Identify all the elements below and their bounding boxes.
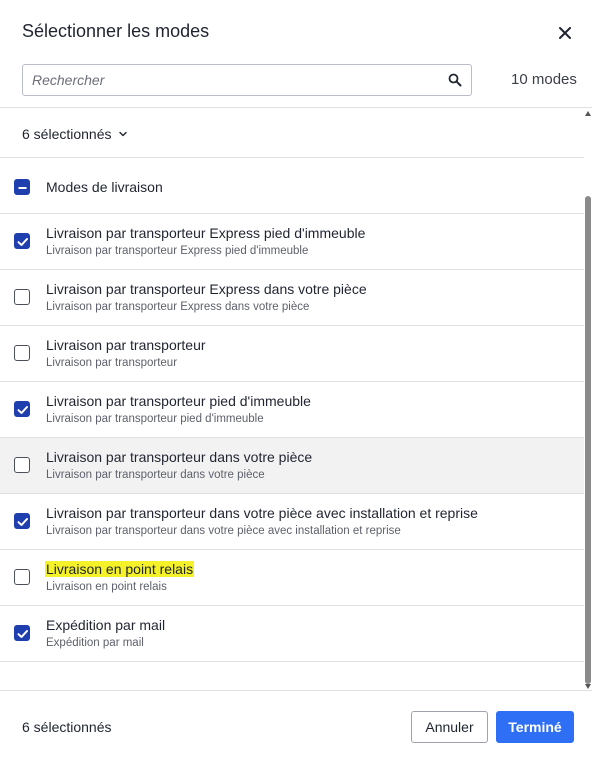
mode-checkbox[interactable] xyxy=(14,345,30,361)
mode-subtitle: Livraison par transporteur xyxy=(46,357,178,369)
selected-summary-toggle[interactable]: 6 sélectionnés xyxy=(22,124,128,144)
mode-title: Livraison par transporteur Express dans … xyxy=(46,281,367,297)
mode-subtitle: Livraison par transporteur pied d'immeub… xyxy=(46,413,264,425)
chevron-down-icon xyxy=(118,131,127,137)
mode-checkbox[interactable] xyxy=(14,625,30,641)
mode-checkbox[interactable] xyxy=(14,233,30,249)
mode-checkbox[interactable] xyxy=(14,513,30,529)
mode-checkbox[interactable] xyxy=(14,401,30,417)
checkmark-icon xyxy=(17,630,28,638)
checkmark-icon xyxy=(17,238,28,246)
mode-title: Livraison en point relais xyxy=(45,561,195,577)
search-input[interactable] xyxy=(23,65,443,95)
mode-title: Expédition par mail xyxy=(46,617,166,633)
group-header[interactable]: Modes de livraison xyxy=(0,158,584,214)
close-icon xyxy=(559,27,571,39)
mode-subtitle: Livraison en point relais xyxy=(46,581,167,593)
mode-row[interactable]: Livraison par transporteur dans votre pi… xyxy=(0,494,584,550)
search-icon[interactable] xyxy=(447,72,463,88)
mode-row[interactable]: Livraison en point relais Livraison en po… xyxy=(0,550,584,606)
close-button[interactable] xyxy=(552,20,578,46)
dialog-header: Sélectionner les modes 10 modes xyxy=(0,0,592,108)
mode-row[interactable]: Livraison par transporteur pied d'immeub… xyxy=(0,382,584,438)
modes-count: 10 modes xyxy=(511,71,577,88)
mode-checkbox[interactable] xyxy=(14,289,30,305)
mode-checkbox[interactable] xyxy=(14,457,30,473)
dialog-title: Sélectionner les modes xyxy=(22,21,210,41)
group-checkbox[interactable] xyxy=(14,179,30,195)
mode-row[interactable]: Livraison par transporteur Express dans … xyxy=(0,270,584,326)
search-box xyxy=(22,64,472,96)
checkmark-icon xyxy=(17,406,28,414)
mode-title: Livraison par transporteur dans votre pi… xyxy=(46,449,313,465)
scroll-down-arrow-icon[interactable] xyxy=(585,684,591,689)
mode-subtitle: Livraison par transporteur Express dans … xyxy=(46,301,310,313)
mode-subtitle: Livraison par transporteur Express pied … xyxy=(46,245,309,257)
mode-title: Livraison par transporteur xyxy=(46,337,206,353)
mode-row[interactable]: Expédition par mail Expédition par mail xyxy=(0,606,584,662)
divider xyxy=(0,107,592,108)
divider xyxy=(0,690,592,691)
done-button[interactable]: Terminé xyxy=(496,711,574,743)
mode-subtitle: Expédition par mail xyxy=(46,637,144,649)
mode-title: Livraison par transporteur Express pied … xyxy=(46,225,366,241)
mode-title: Livraison par transporteur pied d'immeub… xyxy=(46,393,311,409)
mode-row[interactable]: Livraison par transporteur Express pied … xyxy=(0,214,584,270)
scroll-up-arrow-icon[interactable] xyxy=(585,111,591,116)
mode-subtitle: Livraison par transporteur dans votre pi… xyxy=(46,469,265,481)
footer-selected-count: 6 sélectionnés xyxy=(22,719,112,735)
mode-row[interactable]: Livraison par transporteur dans votre pi… xyxy=(0,438,584,494)
mode-checkbox[interactable] xyxy=(14,569,30,585)
indeterminate-icon xyxy=(18,187,27,189)
mode-title: Livraison par transporteur dans votre pi… xyxy=(46,505,478,521)
mode-row[interactable]: Livraison par transporteur Livraison par … xyxy=(0,326,584,382)
modes-list: Modes de livraison Livraison Express à d… xyxy=(0,157,584,690)
scrollbar[interactable] xyxy=(584,108,592,690)
cancel-button[interactable]: Annuler xyxy=(411,711,488,743)
mode-subtitle: Livraison par transporteur dans votre pi… xyxy=(46,525,401,537)
scroll-thumb[interactable] xyxy=(585,196,591,684)
checkmark-icon xyxy=(17,518,28,526)
selected-summary-label: 6 sélectionnés xyxy=(22,126,112,142)
group-label: Modes de livraison xyxy=(46,179,163,195)
